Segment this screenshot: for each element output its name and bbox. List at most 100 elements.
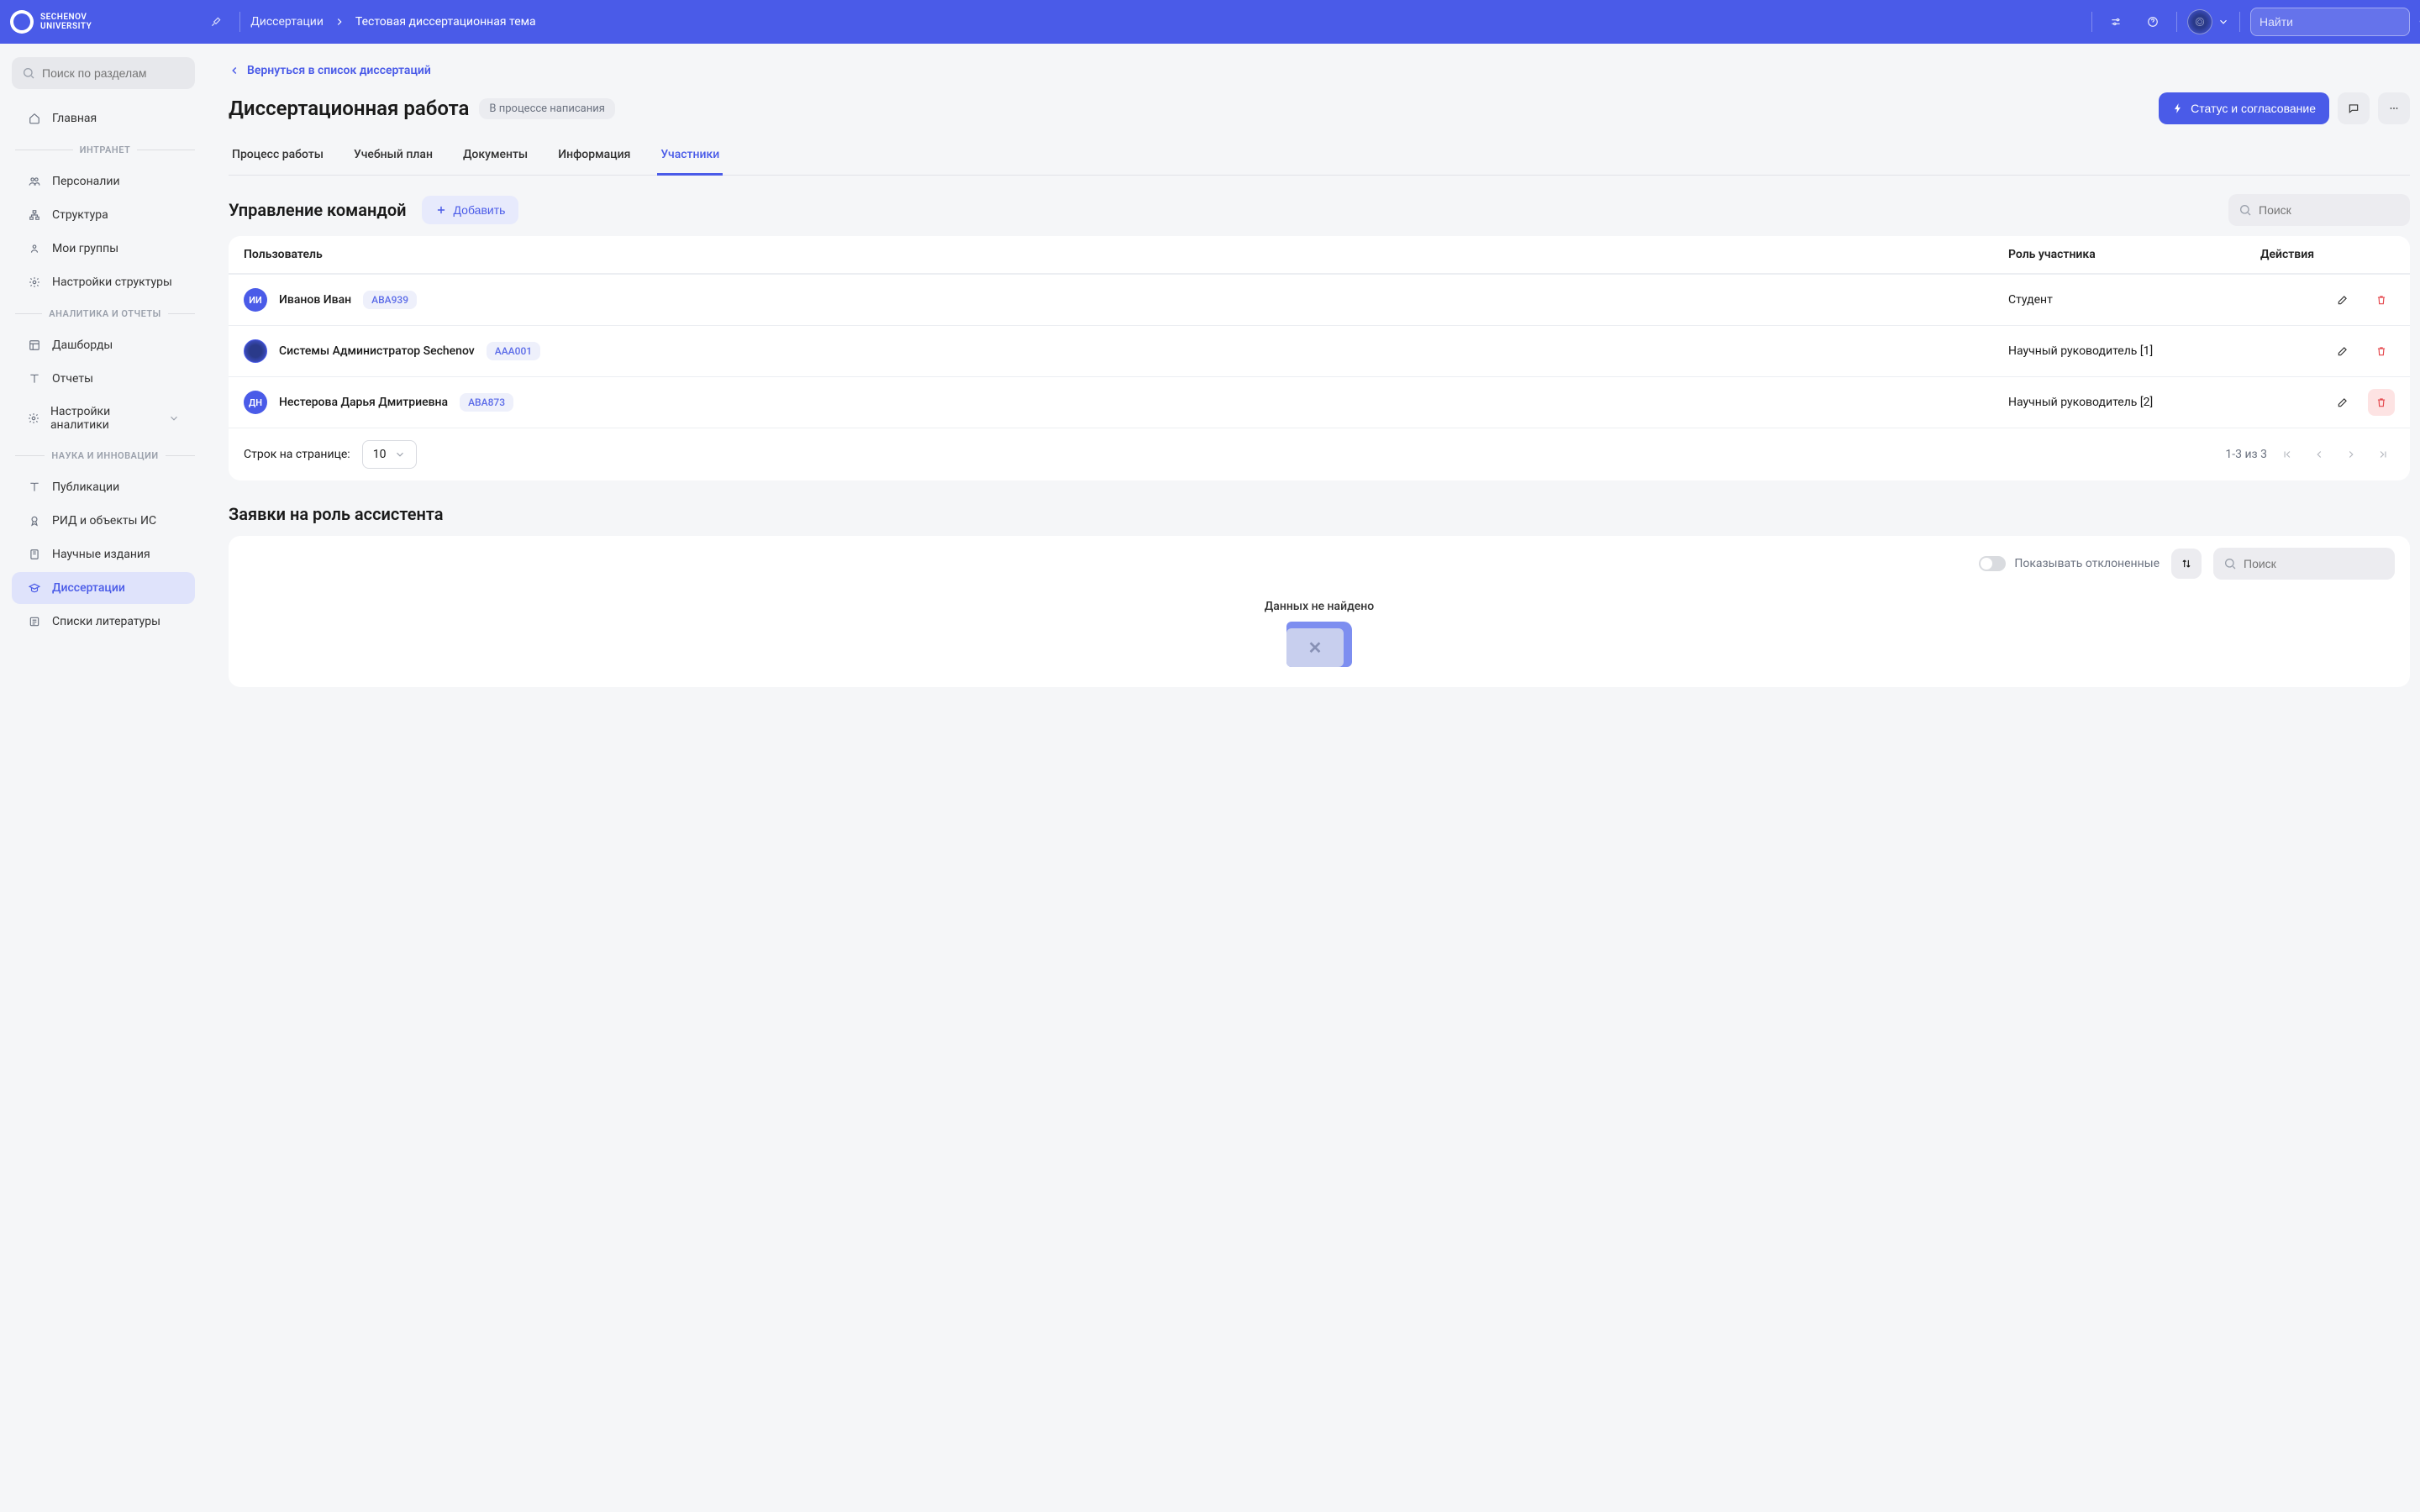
main-content: Вернуться в список диссертаций Диссертац… xyxy=(207,44,2420,712)
tree-icon xyxy=(27,207,42,223)
lightning-icon xyxy=(2172,102,2184,114)
nav-scientific[interactable]: Научные издания xyxy=(12,538,195,570)
edit-button[interactable] xyxy=(2329,338,2356,365)
nav-label: Структура xyxy=(52,208,108,222)
requests-card: Показывать отклоненные Данных не найдено… xyxy=(229,536,2410,687)
table-header: Пользователь Роль участника Действия xyxy=(229,236,2410,274)
nav-dissertations[interactable]: Диссертации xyxy=(12,572,195,604)
more-button[interactable] xyxy=(2378,92,2410,124)
nav-label: Дашборды xyxy=(52,339,113,352)
pin-toggle[interactable] xyxy=(203,8,229,35)
chevron-left-icon xyxy=(229,65,240,76)
pagination-info: 1-3 из 3 xyxy=(2225,448,2267,461)
avatar: ДН xyxy=(244,391,267,414)
delete-button[interactable] xyxy=(2368,338,2395,365)
back-link[interactable]: Вернуться в список диссертаций xyxy=(229,59,431,82)
team-table-card: Пользователь Роль участника Действия ИИИ… xyxy=(229,236,2410,480)
global-search[interactable] xyxy=(2250,8,2410,36)
graduation-icon xyxy=(27,580,42,596)
divider xyxy=(239,12,240,32)
settings-sliders-icon[interactable] xyxy=(2102,8,2129,35)
nav-analytics-settings[interactable]: Настройки аналитики xyxy=(12,396,195,440)
nav-structure-settings[interactable]: Настройки структуры xyxy=(12,266,195,298)
empty-message: Данных не найдено xyxy=(229,600,2410,613)
nav-rid[interactable]: РИД и объекты ИС xyxy=(12,505,195,537)
chevron-right-icon xyxy=(334,16,345,28)
group-icon xyxy=(27,241,42,256)
nav-structure[interactable]: Структура xyxy=(12,199,195,231)
nav-label: Научные издания xyxy=(52,548,150,561)
comments-button[interactable] xyxy=(2338,92,2370,124)
avatar-icon xyxy=(2187,9,2212,34)
book-open-icon xyxy=(27,480,42,495)
tab-plan[interactable]: Учебный план xyxy=(350,139,436,175)
tab-participants[interactable]: Участники xyxy=(657,139,723,176)
requests-search[interactable] xyxy=(2213,548,2395,580)
requests-search-input[interactable] xyxy=(2244,557,2396,570)
back-link-label: Вернуться в список диссертаций xyxy=(247,64,431,77)
sidebar-search-input[interactable] xyxy=(42,66,194,80)
status-badge: В процессе написания xyxy=(479,98,614,119)
nav-label: Списки литературы xyxy=(52,615,160,628)
chevron-down-icon xyxy=(2217,16,2229,28)
nav-personalii[interactable]: Персоналии xyxy=(12,165,195,197)
sort-button[interactable] xyxy=(2171,549,2202,579)
tab-documents[interactable]: Документы xyxy=(460,139,531,175)
nav-my-groups[interactable]: Мои группы xyxy=(12,233,195,265)
requests-title: Заявки на роль ассистента xyxy=(229,504,2410,524)
rows-per-page-select[interactable]: 10 xyxy=(362,440,418,469)
profile-menu[interactable] xyxy=(2187,9,2229,34)
show-rejected-toggle[interactable] xyxy=(1979,556,2006,571)
brand-text: SECHENOV UNIVERSITY xyxy=(40,13,92,31)
brand-logo[interactable]: SECHENOV UNIVERSITY xyxy=(10,10,92,34)
show-rejected-label: Показывать отклоненные xyxy=(2014,557,2160,570)
home-icon xyxy=(27,111,42,126)
team-search-input[interactable] xyxy=(2259,203,2411,217)
nav-label: Настройки аналитики xyxy=(50,405,158,432)
help-icon[interactable] xyxy=(2139,8,2166,35)
avatar: ИИ xyxy=(244,288,267,312)
tabs: Процесс работы Учебный план Документы Ин… xyxy=(229,139,2410,176)
nav-label: Мои группы xyxy=(52,242,118,255)
user-role: Научный руководитель [1] xyxy=(2008,344,2260,358)
page-next-button[interactable] xyxy=(2339,443,2363,466)
col-user: Пользователь xyxy=(244,248,2008,261)
award-icon xyxy=(27,513,42,528)
nav-bibliography[interactable]: Списки литературы xyxy=(12,606,195,638)
nav-dashboards[interactable]: Дашборды xyxy=(12,329,195,361)
global-search-input[interactable] xyxy=(2260,15,2412,29)
add-participant-button[interactable]: Добавить xyxy=(422,196,519,224)
nav-publications[interactable]: Публикации xyxy=(12,471,195,503)
user-code-badge: АВА873 xyxy=(460,393,513,412)
nav-reports[interactable]: Отчеты xyxy=(12,363,195,395)
divider xyxy=(2176,12,2177,32)
page-first-button[interactable] xyxy=(2275,443,2299,466)
user-role: Студент xyxy=(2008,293,2260,307)
divider xyxy=(2091,12,2092,32)
tab-info[interactable]: Информация xyxy=(555,139,634,175)
col-role: Роль участника xyxy=(2008,248,2260,261)
breadcrumb-root[interactable]: Диссертации xyxy=(250,15,324,29)
page-last-button[interactable] xyxy=(2371,443,2395,466)
team-search[interactable] xyxy=(2228,194,2410,226)
tab-process[interactable]: Процесс работы xyxy=(229,139,327,175)
plus-icon xyxy=(435,204,447,216)
rows-per-page-value: 10 xyxy=(373,448,387,461)
search-icon xyxy=(22,66,35,80)
nav-home[interactable]: Главная xyxy=(12,102,195,134)
edit-button[interactable] xyxy=(2329,389,2356,416)
sidebar-search[interactable] xyxy=(12,57,195,89)
nav-group-label: АНАЛИТИКА И ОТЧЕТЫ xyxy=(49,308,160,319)
page-prev-button[interactable] xyxy=(2307,443,2331,466)
avatar xyxy=(244,339,267,363)
delete-button[interactable] xyxy=(2368,286,2395,313)
status-approval-button[interactable]: Статус и согласование xyxy=(2159,92,2329,124)
nav-label: Диссертации xyxy=(52,581,125,595)
rows-per-page-label: Строк на странице: xyxy=(244,448,350,461)
list-icon xyxy=(27,614,42,629)
table-row: Системы Администратор SechenovААА001Науч… xyxy=(229,325,2410,376)
delete-button[interactable] xyxy=(2368,389,2395,416)
edit-button[interactable] xyxy=(2329,286,2356,313)
button-label: Добавить xyxy=(454,203,506,217)
nav-label: РИД и объекты ИС xyxy=(52,514,156,528)
